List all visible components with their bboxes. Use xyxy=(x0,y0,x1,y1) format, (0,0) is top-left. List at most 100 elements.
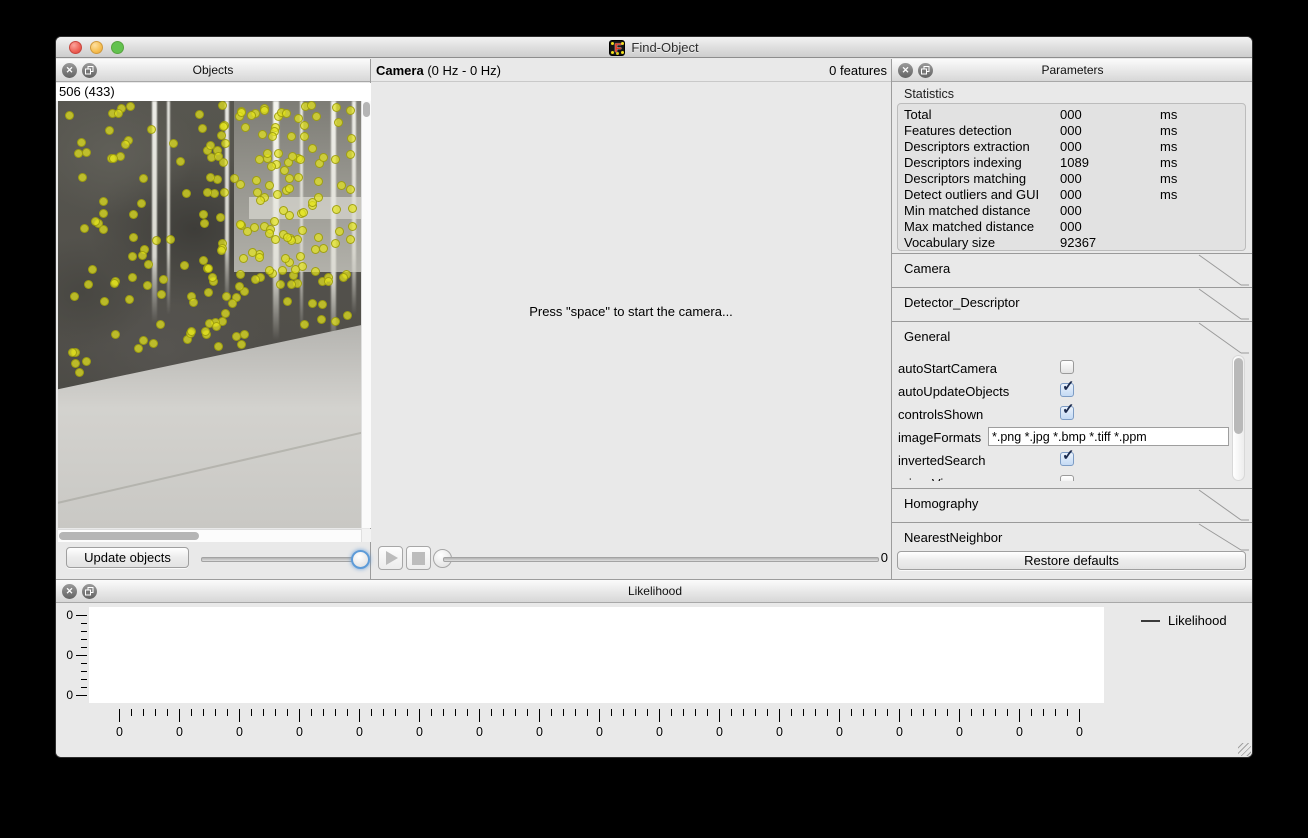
feature-point xyxy=(109,154,119,164)
feature-point xyxy=(138,174,148,184)
parameters-scrollbar[interactable] xyxy=(1232,355,1245,481)
y-tick-label: 0 xyxy=(66,648,73,662)
parameter-checkbox[interactable] xyxy=(1060,360,1074,374)
stat-row: Descriptors matching 000 ms xyxy=(904,171,1245,187)
feature-point xyxy=(307,144,317,154)
feature-point xyxy=(128,252,138,262)
feature-point xyxy=(252,175,262,185)
feature-point xyxy=(166,235,176,245)
camera-position-slider[interactable] xyxy=(443,557,879,562)
float-dock-icon[interactable] xyxy=(918,63,933,78)
feature-point xyxy=(255,253,265,263)
feature-point xyxy=(155,320,165,330)
objects-horizontal-scrollbar[interactable] xyxy=(58,529,361,542)
stat-row: Min matched distance 000 xyxy=(904,203,1245,219)
window-resize-grip[interactable] xyxy=(1238,743,1251,756)
stat-row: Features detection 000 ms xyxy=(904,123,1245,139)
parameter-checkbox[interactable] xyxy=(1060,475,1074,481)
play-button[interactable] xyxy=(378,546,403,570)
x-tick-label: 0 xyxy=(236,725,243,739)
feature-point xyxy=(125,294,135,304)
checkmark-icon: ✓ xyxy=(1062,378,1075,395)
section-tab-nearest-neighbor[interactable]: NearestNeighbor xyxy=(892,522,1252,554)
minimize-window-button[interactable] xyxy=(90,41,103,54)
feature-point xyxy=(175,157,185,167)
app-icon: F xyxy=(609,39,626,56)
feature-point xyxy=(285,173,294,183)
objects-size-slider[interactable] xyxy=(201,557,361,562)
scrollbar-corner xyxy=(361,529,371,542)
float-dock-icon[interactable] xyxy=(82,63,97,78)
feature-point xyxy=(200,326,210,336)
stat-value: 1089 xyxy=(1060,155,1089,170)
x-tick-label: 0 xyxy=(836,725,843,739)
zoom-window-button[interactable] xyxy=(111,41,124,54)
x-tick-label: 0 xyxy=(656,725,663,739)
likelihood-legend: Likelihood xyxy=(1141,613,1227,628)
parameter-checkbox[interactable]: ✓ xyxy=(1060,447,1075,466)
feature-points-overlay xyxy=(58,101,361,528)
camera-title: Camera xyxy=(376,63,424,78)
parameter-text-input[interactable] xyxy=(988,427,1229,446)
play-icon xyxy=(386,551,398,565)
likelihood-dock: ✕ Likelihood 0 0 0 0 0 0 0 0 0 0 0 0 0 0 0 0 0 0 0 0 Likel… xyxy=(56,579,1252,757)
feature-point xyxy=(294,173,304,183)
objects-dock-title: Objects xyxy=(192,63,234,77)
statistics-caption: Statistics xyxy=(904,87,955,101)
feature-point xyxy=(271,235,281,245)
section-tab-homography[interactable]: Homography xyxy=(892,488,1252,521)
feature-point xyxy=(76,137,86,147)
feature-point xyxy=(284,184,294,194)
feature-point xyxy=(198,124,208,134)
camera-rate: (0 Hz - 0 Hz) xyxy=(427,63,501,78)
feature-point xyxy=(214,342,224,352)
update-objects-button[interactable]: Update objects xyxy=(66,547,189,568)
close-window-button[interactable] xyxy=(69,41,82,54)
feature-point xyxy=(218,121,228,131)
feature-point xyxy=(247,111,257,121)
parameter-checkbox[interactable]: ✓ xyxy=(1060,401,1075,420)
parameters-dock-title: Parameters xyxy=(1041,63,1104,77)
object-image[interactable] xyxy=(58,101,361,528)
feature-point xyxy=(299,120,309,130)
stat-unit xyxy=(1160,219,1245,235)
feature-point xyxy=(234,281,244,291)
feature-point xyxy=(247,248,257,258)
parameter-checkbox[interactable]: ✓ xyxy=(1060,378,1075,397)
checkmark-icon: ✓ xyxy=(1062,401,1075,418)
objects-vertical-scrollbar[interactable] xyxy=(361,101,371,528)
feature-point xyxy=(236,339,246,349)
stat-unit: ms xyxy=(1160,139,1178,154)
feature-point xyxy=(100,297,110,307)
feature-point xyxy=(346,235,356,245)
feature-point xyxy=(229,174,239,184)
feature-point xyxy=(345,106,355,116)
feature-point xyxy=(110,278,120,288)
feature-point xyxy=(276,280,286,290)
feature-point xyxy=(70,359,80,369)
feature-point xyxy=(222,291,232,301)
title-bar[interactable]: F Find-Object xyxy=(56,37,1252,58)
feature-point xyxy=(128,209,138,219)
section-tab-detector-descriptor[interactable]: Detector_Descriptor xyxy=(892,287,1252,320)
float-dock-icon[interactable] xyxy=(82,584,97,599)
section-tab-camera[interactable]: Camera xyxy=(892,253,1252,286)
feature-point xyxy=(133,344,143,353)
feature-point xyxy=(310,245,320,255)
close-dock-icon[interactable]: ✕ xyxy=(62,63,77,78)
objects-size-slider-handle[interactable] xyxy=(351,550,370,569)
section-tab-general[interactable]: General xyxy=(892,321,1252,354)
close-dock-icon[interactable]: ✕ xyxy=(62,584,77,599)
stat-value: 000 xyxy=(1060,203,1082,218)
stop-button[interactable] xyxy=(406,546,431,570)
stat-value: 000 xyxy=(1060,219,1082,234)
close-dock-icon[interactable]: ✕ xyxy=(898,63,913,78)
feature-point xyxy=(158,275,168,285)
x-tick-label: 0 xyxy=(116,725,123,739)
camera-idle-message: Press "space" to start the camera... xyxy=(529,304,733,319)
feature-point xyxy=(142,281,152,291)
restore-defaults-button[interactable]: Restore defaults xyxy=(897,551,1246,570)
statistics-rows: Total 000 ms Features detection 000 ms Descrip… xyxy=(904,107,1245,250)
x-tick-label: 0 xyxy=(296,725,303,739)
feature-point xyxy=(295,251,305,261)
